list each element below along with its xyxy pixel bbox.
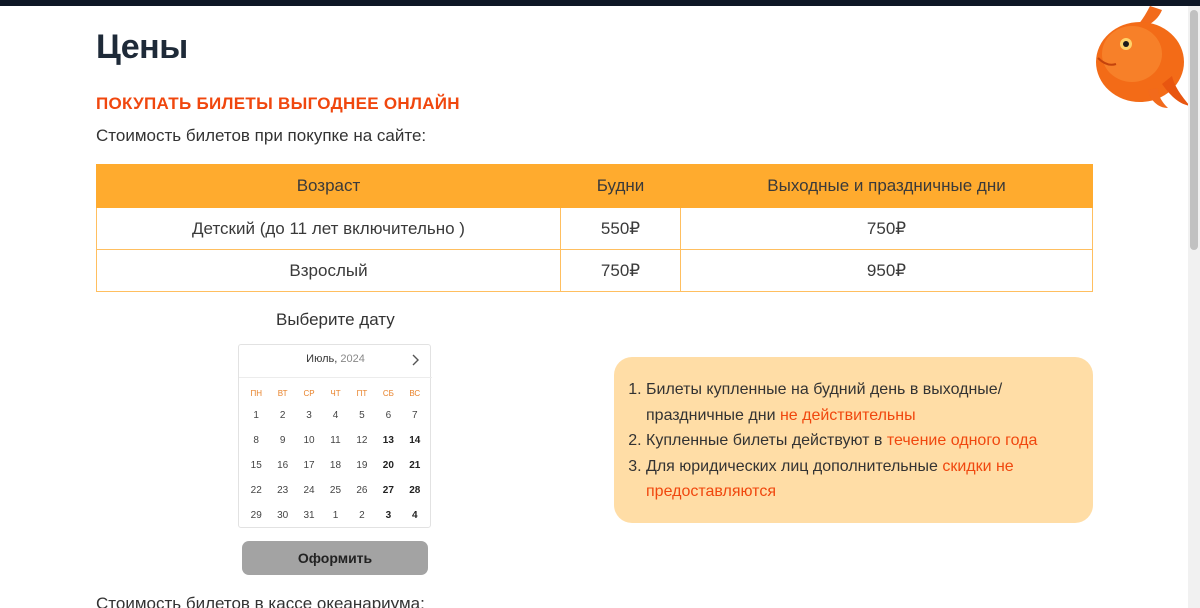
cell-age: Взрослый (96, 249, 561, 292)
cell-weekday-price: 750₽ (560, 249, 681, 292)
date-picker-calendar: Июль, 2024 пн вт ср чт пт сб вс 1 2 3 4 … (238, 344, 432, 528)
prices-table: Возраст Будни Выходные и праздничные дни… (96, 164, 1093, 292)
calendar-day[interactable]: 19 (349, 453, 375, 478)
note-highlight: течение одного года (886, 432, 1038, 449)
list-item: Для юридических лиц дополнительные скидк… (646, 454, 1071, 505)
table-row: Взрослый 750₽ 950₽ (96, 249, 1093, 292)
calendar-day[interactable]: 2 (349, 503, 375, 528)
calendar-day[interactable]: 8 (243, 428, 269, 453)
online-price-intro: Стоимость билетов при покупке на сайте: (96, 126, 427, 145)
calendar-divider (239, 377, 432, 378)
promo-heading: ПОКУПАТЬ БИЛЕТЫ ВЫГОДНЕЕ ОНЛАЙН (96, 94, 460, 113)
calendar-day[interactable]: 6 (375, 403, 401, 428)
calendar-day[interactable]: 3 (296, 403, 322, 428)
note-text: Для юридических лиц дополнительные (646, 457, 943, 475)
calendar-day[interactable]: 5 (349, 403, 375, 428)
orange-fish-icon (1096, 6, 1190, 108)
top-bar (0, 0, 1200, 6)
calendar-month: Июль, (306, 353, 338, 365)
calendar-day[interactable]: 27 (375, 478, 401, 503)
calendar-grid: пн вт ср чт пт сб вс 1 2 3 4 5 6 7 8 9 1… (243, 385, 428, 528)
weekday-label: ср (303, 389, 315, 398)
calendar-day[interactable]: 31 (296, 503, 322, 528)
calendar-day[interactable]: 24 (296, 478, 322, 503)
date-picker-label: Выберите дату (276, 310, 395, 329)
calendar-year: 2024 (340, 353, 365, 365)
vertical-scrollbar[interactable] (1188, 6, 1200, 608)
cell-weekday-price: 550₽ (560, 207, 681, 250)
calendar-day[interactable]: 12 (349, 428, 375, 453)
calendar-month-year: Июль, 2024 (239, 353, 432, 365)
box-office-price-intro: Стоимость билетов в кассе океанариума: (96, 594, 425, 608)
calendar-day[interactable]: 20 (375, 453, 401, 478)
calendar-day[interactable]: 18 (322, 453, 348, 478)
calendar-day[interactable]: 11 (322, 428, 348, 453)
calendar-day[interactable]: 23 (269, 478, 295, 503)
cell-age: Детский (до 11 лет включительно ) (96, 207, 561, 250)
calendar-day[interactable]: 4 (402, 503, 428, 528)
header-age: Возраст (96, 164, 561, 208)
calendar-day[interactable]: 7 (402, 403, 428, 428)
calendar-day[interactable]: 10 (296, 428, 322, 453)
calendar-day[interactable]: 25 (322, 478, 348, 503)
calendar-day[interactable]: 1 (243, 403, 269, 428)
notes-list: Билеты купленные на будний день в выходн… (626, 377, 1071, 505)
list-item: Билеты купленные на будний день в выходн… (646, 377, 1071, 428)
calendar-day[interactable]: 30 (269, 503, 295, 528)
weekday-label: вт (277, 389, 288, 398)
calendar-day[interactable]: 13 (375, 428, 401, 453)
header-weekdays: Будни (560, 164, 681, 208)
calendar-day[interactable]: 4 (322, 403, 348, 428)
calendar-day[interactable]: 21 (402, 453, 428, 478)
calendar-day[interactable]: 9 (269, 428, 295, 453)
cell-weekend-price: 750₽ (680, 207, 1093, 250)
calendar-day[interactable]: 17 (296, 453, 322, 478)
calendar-day[interactable]: 29 (243, 503, 269, 528)
weekday-label: вс (409, 389, 421, 398)
page-title: Цены (96, 28, 188, 66)
weekday-label: пт (356, 389, 368, 398)
calendar-day[interactable]: 28 (402, 478, 428, 503)
chevron-right-icon[interactable] (410, 354, 420, 366)
weekday-label: сб (382, 389, 394, 398)
list-item: Купленные билеты действуют в течение одн… (646, 428, 1071, 454)
note-text: Купленные билеты действуют в (646, 432, 887, 449)
scrollbar-thumb[interactable] (1190, 10, 1198, 250)
calendar-day[interactable]: 22 (243, 478, 269, 503)
cell-weekend-price: 950₽ (680, 249, 1093, 292)
calendar-day[interactable]: 15 (243, 453, 269, 478)
calendar-day[interactable]: 14 (402, 428, 428, 453)
table-row: Детский (до 11 лет включительно ) 550₽ 7… (96, 207, 1093, 250)
submit-order-button[interactable]: Оформить (242, 541, 428, 575)
ticket-notes-box: Билеты купленные на будний день в выходн… (614, 357, 1093, 523)
weekday-label: пн (250, 389, 262, 398)
table-header-row: Возраст Будни Выходные и праздничные дни (96, 164, 1093, 208)
weekday-label: чт (330, 389, 341, 398)
header-weekends: Выходные и праздничные дни (680, 164, 1093, 208)
calendar-day[interactable]: 2 (269, 403, 295, 428)
calendar-day[interactable]: 26 (349, 478, 375, 503)
note-highlight: не действительны (779, 406, 916, 424)
calendar-day[interactable]: 3 (375, 503, 401, 528)
calendar-day[interactable]: 1 (322, 503, 348, 528)
calendar-day[interactable]: 16 (269, 453, 295, 478)
